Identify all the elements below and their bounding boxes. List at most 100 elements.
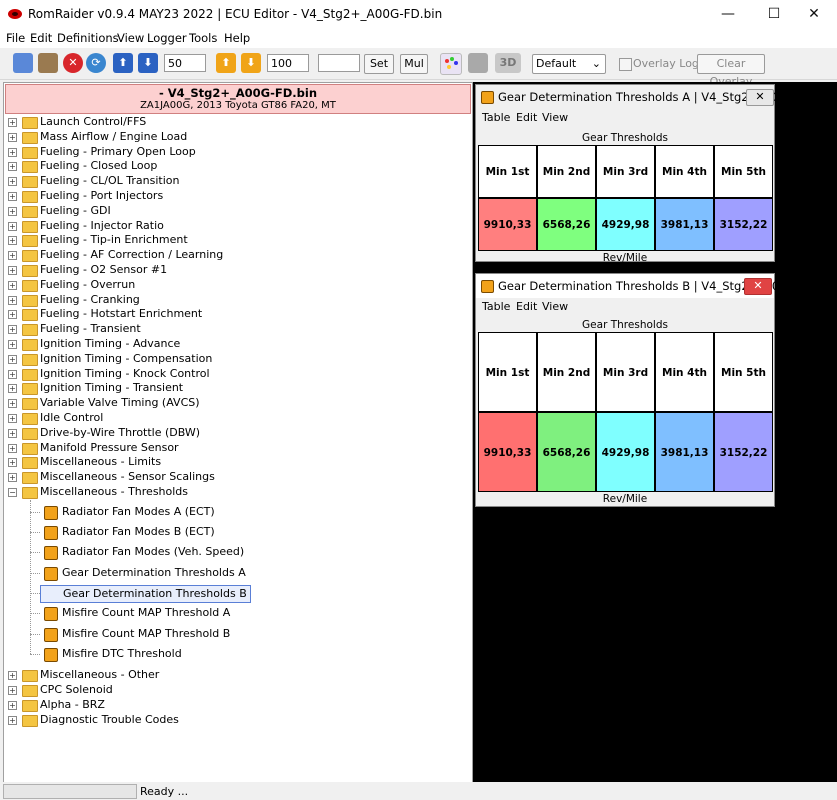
expand-icon[interactable]: + [8,206,17,216]
expand-icon[interactable]: + [8,443,17,453]
tree-table-item[interactable]: Misfire Count MAP Threshold B [4,624,424,644]
tree-folder[interactable]: + Fueling - Primary Open Loop [4,145,464,160]
tree-folder[interactable]: + Manifold Pressure Sensor [4,441,464,456]
table-value-cell[interactable]: 6568,26 [537,198,596,251]
increment-fine-icon[interactable]: ⬆ [216,53,236,73]
minimize-button[interactable]: — [705,0,751,29]
tree-folder[interactable]: + Fueling - CL/OL Transition [4,174,464,189]
expand-icon[interactable]: + [8,473,17,483]
table-header-cell[interactable]: Min 2nd ... [537,145,596,231]
expand-icon[interactable]: + [8,354,17,364]
expand-icon[interactable]: + [8,369,17,379]
expand-icon[interactable]: + [8,340,17,349]
increment-coarse-icon[interactable]: ⬆ [113,53,133,73]
table-header-cell[interactable]: Min 3rd ... [596,332,655,459]
table-header-cell[interactable]: Min 1st ... [478,145,537,231]
tree-table-item[interactable]: Gear Determination Thresholds A [4,563,424,583]
expand-icon[interactable]: + [8,221,17,231]
tree-table-item[interactable]: Misfire DTC Threshold [4,644,424,664]
tree-folder[interactable]: + Miscellaneous - Other [4,668,464,683]
table-b-menu-table[interactable]: Table [482,300,510,313]
menu-file[interactable]: File [6,31,25,45]
table-a-menu-table[interactable]: Table [482,111,510,124]
expand-icon[interactable]: + [8,325,17,335]
close-rom-icon[interactable]: ✕ [63,53,83,73]
tree-folder[interactable]: + Ignition Timing - Compensation [4,352,464,367]
tree-folder[interactable]: + CPC Solenoid [4,683,464,698]
tree-folder[interactable]: + Miscellaneous - Limits [4,455,464,470]
menu-edit[interactable]: Edit [30,31,52,45]
table-b-menu-view[interactable]: View [542,300,568,313]
table-value-cell[interactable]: 4929,98 [596,412,655,492]
table-value-cell[interactable]: 3981,13 [655,412,714,492]
expand-icon[interactable]: + [8,192,17,201]
tree-folder[interactable]: + Variable Valve Timing (AVCS) [4,396,464,411]
expand-icon[interactable]: + [8,280,17,290]
3d-view-icon[interactable]: 3D [495,53,521,73]
expand-icon[interactable]: + [8,118,17,127]
tree-folder[interactable]: + Launch Control/FFS [4,115,464,130]
tree-folder[interactable]: + Fueling - Port Injectors [4,189,464,204]
menu-view[interactable]: View [117,31,144,45]
tree-table-item[interactable]: Misfire Count MAP Threshold A [4,603,424,623]
tree-folder[interactable]: + Mass Airflow / Engine Load [4,130,464,145]
tree-folder[interactable]: + Fueling - Tip-in Enrichment [4,233,464,248]
table-window-b-close-button[interactable]: ✕ [744,278,772,295]
tree-table-item[interactable]: Radiator Fan Modes A (ECT) [4,502,424,522]
expand-icon[interactable]: + [8,266,17,275]
expand-icon[interactable]: + [8,251,17,261]
expand-icon[interactable]: + [8,399,17,409]
expand-icon[interactable]: + [8,458,17,468]
menu-help[interactable]: Help [224,31,250,45]
decrement-fine-icon[interactable]: ⬇ [241,53,261,73]
tree-table-item[interactable]: Radiator Fan Modes (Veh. Speed) [4,542,424,562]
set-value-input[interactable] [318,54,360,72]
table-header-cell[interactable]: Min 4th ... [655,332,714,459]
table-window-a-close-button[interactable]: ✕ [746,89,774,106]
palette-icon[interactable] [440,53,462,75]
table-value-cell[interactable]: 3152,22 [714,198,773,251]
menu-definitions[interactable]: Definitions [57,31,119,45]
tree-folder[interactable]: + Fueling - O2 Sensor #1 [4,263,464,278]
tree-folder[interactable]: + Ignition Timing - Knock Control [4,367,464,382]
tree-table-item[interactable]: Gear Determination Thresholds B [4,583,424,603]
clear-overlay-button[interactable]: Clear Overlay [697,54,765,88]
table-header-cell[interactable]: Min 2nd ... [537,332,596,459]
expand-icon[interactable]: + [8,295,17,305]
expand-icon[interactable]: + [8,384,17,394]
table-header-cell[interactable]: Min 3rd ... [596,145,655,231]
tree-folder[interactable]: + Fueling - AF Correction / Learning [4,248,464,263]
table-header-cell[interactable]: Min 1st ... [478,332,537,459]
coarse-increment-input[interactable]: 50 [164,54,206,72]
2d-view-icon[interactable] [468,53,488,73]
expand-icon[interactable]: + [8,310,17,320]
table-header-cell[interactable]: Min 5th ... [714,145,773,231]
table-value-cell[interactable]: 6568,26 [537,412,596,492]
refresh-icon[interactable]: ⟳ [86,53,106,73]
expand-icon[interactable]: + [8,132,17,142]
tree-folder[interactable]: + Alpha - BRZ [4,698,464,713]
table-header-cell[interactable]: Min 5th ... [714,332,773,459]
table-value-cell[interactable]: 4929,98 [596,198,655,251]
tree-folder[interactable]: + Drive-by-Wire Throttle (DBW) [4,426,464,441]
collapse-icon[interactable]: − [8,488,17,497]
tree-folder[interactable]: + Fueling - Transient [4,322,464,337]
expand-icon[interactable]: + [8,236,17,246]
set-button[interactable]: Set [364,54,394,74]
menu-tools[interactable]: Tools [189,31,217,45]
close-window-button[interactable]: ✕ [791,0,837,29]
tree-folder[interactable]: + Ignition Timing - Transient [4,381,464,396]
tree-folder[interactable]: + Diagnostic Trouble Codes [4,713,464,728]
table-value-cell[interactable]: 9910,33 [478,198,537,251]
table-value-cell[interactable]: 9910,33 [478,412,537,492]
menu-logger[interactable]: Logger [147,31,187,45]
table-a-menu-view[interactable]: View [542,111,568,124]
fine-increment-input[interactable]: 100 [267,54,309,72]
overlay-select[interactable]: Default ⌄ [532,54,606,74]
table-value-cell[interactable]: 3152,22 [714,412,773,492]
table-a-menu-edit[interactable]: Edit [516,111,537,124]
expand-icon[interactable]: + [8,414,17,423]
tree-folder[interactable]: + Fueling - Overrun [4,278,464,293]
table-b-menu-edit[interactable]: Edit [516,300,537,313]
edit-icon[interactable] [38,53,58,73]
